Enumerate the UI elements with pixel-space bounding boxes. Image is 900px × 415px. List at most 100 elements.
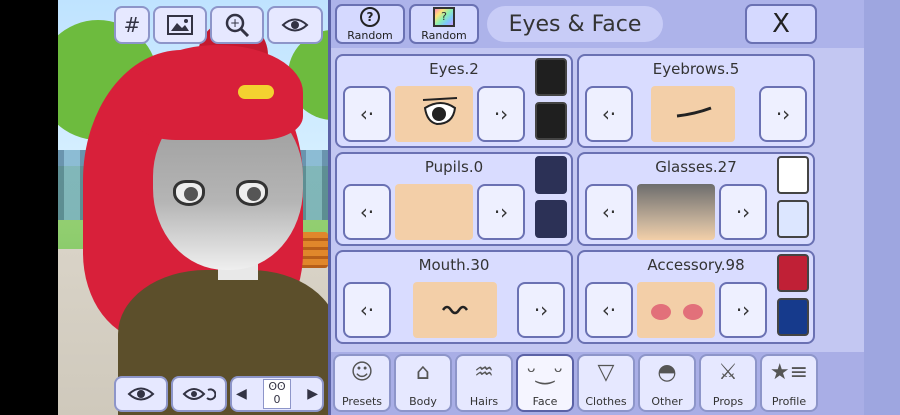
close-button[interactable]: X <box>745 4 817 44</box>
prev-button[interactable]: ‹· <box>343 184 391 240</box>
pupils-preview <box>395 184 473 240</box>
mouth-shape-icon <box>441 305 469 315</box>
chevron-right-icon: ·› <box>735 298 751 322</box>
slot-value: 0 <box>273 393 281 406</box>
next-button[interactable]: ·› <box>719 184 767 240</box>
close-icon: X <box>772 9 790 39</box>
hide-ui-button[interactable] <box>267 6 323 44</box>
jacket-icon: ⌂ <box>416 360 430 385</box>
chevron-left-icon: ‹· <box>601 298 617 322</box>
random-button[interactable]: ? Random <box>335 4 405 44</box>
chevron-right-icon: ·› <box>775 102 791 126</box>
accessory-color-column <box>773 252 813 346</box>
sword-icon: ⚔ <box>718 360 738 385</box>
glasses-color-2[interactable] <box>777 200 809 238</box>
eye-icon <box>281 18 309 32</box>
tab-face[interactable]: ᵕ‿ᵕ Face <box>516 354 574 412</box>
magnifier-plus-icon: + <box>225 13 250 37</box>
eyes-color-column <box>531 56 571 150</box>
tab-clothes[interactable]: ▽ Clothes <box>577 354 635 412</box>
tab-label: Other <box>651 395 683 408</box>
character-right-eye <box>236 180 268 206</box>
eyebrow-shape-icon <box>676 106 712 118</box>
prev-button[interactable]: ‹· <box>585 184 633 240</box>
chevron-right-icon: ·› <box>735 200 751 224</box>
accessory-color-2[interactable] <box>777 298 809 336</box>
prev-button[interactable]: ‹· <box>585 282 633 338</box>
mouth-preview <box>413 282 497 338</box>
next-button[interactable]: ·› <box>477 184 525 240</box>
prev-button[interactable]: ‹· <box>585 86 633 142</box>
pupils-color-column <box>531 154 571 248</box>
prev-button[interactable]: ‹· <box>343 86 391 142</box>
tab-presets[interactable]: ☺ Presets <box>333 354 391 412</box>
chevron-right-icon: ·› <box>493 200 509 224</box>
question-icon: ? <box>360 6 380 27</box>
chevron-left-icon: ‹· <box>601 200 617 224</box>
chevron-right-icon[interactable]: ▶ <box>307 386 318 402</box>
random-color-button[interactable]: ? Random <box>409 4 479 44</box>
person-icon: ☺ <box>350 360 374 385</box>
chevron-left-icon: ‹· <box>601 102 617 126</box>
tab-profile[interactable]: ★≡ Profile <box>760 354 818 412</box>
rainbow-question-icon: ? <box>433 6 455 27</box>
category-tab-bar: ☺ Presets ⌂ Body ♒ Hairs ᵕ‿ᵕ Face ▽ Clot… <box>331 352 867 415</box>
next-button[interactable]: ·› <box>477 86 525 142</box>
glasses-color-column <box>773 154 813 248</box>
chevron-left-icon: ‹· <box>359 200 375 224</box>
hair-icon: ♒ <box>474 360 494 385</box>
face-icon: ʘʘ <box>268 380 286 393</box>
eye-icon <box>127 387 155 401</box>
eyes-color-2[interactable] <box>535 102 567 140</box>
chevron-left-icon: ‹· <box>359 102 375 126</box>
background-button[interactable] <box>153 6 207 44</box>
editor-panel: ? Random ? Random Eyes & Face X Eyes.2 ‹… <box>328 0 867 415</box>
grid-toggle-button[interactable]: # <box>114 6 150 44</box>
hash-icon: # <box>123 13 141 37</box>
random-button-label: Random <box>347 28 393 42</box>
tab-label: Face <box>532 395 558 408</box>
eye-refresh-icon <box>182 388 216 401</box>
tab-hairs[interactable]: ♒ Hairs <box>455 354 513 412</box>
tab-label: Profile <box>771 395 807 408</box>
character-preview: # + ◀ ʘʘ 0 ▶ <box>58 0 328 415</box>
star-list-icon: ★≡ <box>769 360 809 385</box>
eye-refresh-button[interactable] <box>171 376 227 412</box>
eye-shape-icon <box>422 97 458 126</box>
pupils-color-2[interactable] <box>535 200 567 238</box>
slot-display: ʘʘ 0 <box>263 379 291 409</box>
cap-icon: ◓ <box>657 360 677 385</box>
feature-card-mouth: Mouth.30 ‹· ·› <box>335 250 573 344</box>
tab-label: Hairs <box>469 395 499 408</box>
accessory-color-1[interactable] <box>777 254 809 292</box>
next-button[interactable]: ·› <box>719 282 767 338</box>
tab-label: Presets <box>341 395 383 408</box>
tab-label: Props <box>712 395 744 408</box>
eyebrows-preview <box>651 86 735 142</box>
chevron-left-icon[interactable]: ◀ <box>236 386 247 402</box>
zoom-button[interactable]: + <box>210 6 264 44</box>
character-hair-front <box>133 45 303 140</box>
slot-selector[interactable]: ◀ ʘʘ 0 ▶ <box>230 376 324 412</box>
glasses-preview <box>637 184 715 240</box>
chevron-left-icon: ‹· <box>359 298 375 322</box>
image-icon <box>167 15 193 35</box>
eyes-color-1[interactable] <box>535 58 567 96</box>
tab-props[interactable]: ⚔ Props <box>699 354 757 412</box>
character-left-eye <box>173 180 205 206</box>
shirt-icon: ▽ <box>597 360 615 385</box>
feature-title: Mouth.30 <box>418 256 490 274</box>
feature-card-eyebrows: Eyebrows.5 ‹· ·› <box>577 54 815 148</box>
glasses-color-1[interactable] <box>777 156 809 194</box>
pupils-color-1[interactable] <box>535 156 567 194</box>
view-toggle-button[interactable] <box>114 376 168 412</box>
prev-button[interactable]: ‹· <box>343 282 391 338</box>
tab-other[interactable]: ◓ Other <box>638 354 696 412</box>
svg-text:+: + <box>230 16 240 30</box>
tab-body[interactable]: ⌂ Body <box>394 354 452 412</box>
blush-icon <box>651 304 703 320</box>
panel-header: ? Random ? Random Eyes & Face X <box>331 0 867 48</box>
tab-label: Body <box>409 395 437 408</box>
next-button[interactable]: ·› <box>759 86 807 142</box>
next-button[interactable]: ·› <box>517 282 565 338</box>
